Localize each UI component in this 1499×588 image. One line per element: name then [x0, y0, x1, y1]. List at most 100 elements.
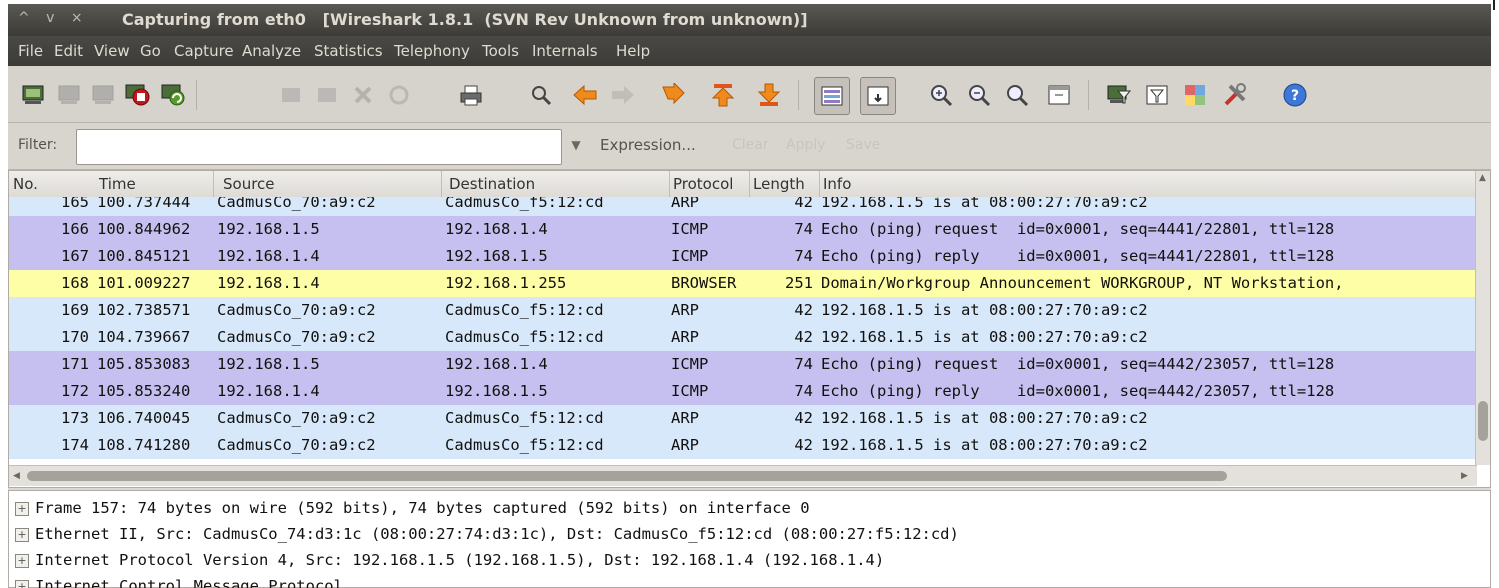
close-file-icon[interactable]: [348, 80, 378, 110]
menu-statistics[interactable]: Statistics: [314, 42, 383, 60]
auto-scroll-icon[interactable]: [860, 77, 896, 115]
column-header-protocol[interactable]: Protocol: [673, 175, 733, 193]
cell-time: 104.739667: [97, 328, 191, 346]
help-icon[interactable]: ?: [1280, 80, 1310, 110]
detail-line-ipv4[interactable]: + Internet Protocol Version 4, Src: 192.1…: [15, 551, 884, 577]
vscroll-thumb[interactable]: [1478, 401, 1488, 441]
table-row[interactable]: 172 105.853240 192.168.1.4 192.168.1.5 ICMP 7…: [9, 378, 1477, 405]
title-bar: ^ v × Capturing from eth0 [Wireshark 1.8…: [8, 4, 1491, 36]
reload-icon[interactable]: [384, 80, 414, 110]
detail-line-frame[interactable]: + Frame 157: 74 bytes on wire (592 bits),…: [15, 499, 810, 525]
expression-button[interactable]: Expression...: [600, 136, 696, 154]
menu-capture[interactable]: Capture: [174, 42, 234, 60]
hscroll-thumb[interactable]: [27, 471, 1227, 481]
expand-icon[interactable]: +: [15, 501, 29, 516]
column-header-destination[interactable]: Destination: [449, 175, 535, 193]
menu-internals[interactable]: Internals: [532, 42, 598, 60]
restart-capture-icon[interactable]: [158, 80, 188, 110]
table-row[interactable]: 168 101.009227 192.168.1.4 192.168.1.255 BRO…: [9, 270, 1477, 297]
table-row[interactable]: 166 100.844962 192.168.1.5 192.168.1.4 ICMP 7…: [9, 216, 1477, 243]
cell-info: 192.168.1.5 is at 08:00:27:70:a9:c2: [821, 409, 1148, 427]
stop-capture-icon[interactable]: [122, 80, 152, 110]
expand-icon[interactable]: +: [15, 553, 29, 568]
menu-go[interactable]: Go: [140, 42, 161, 60]
clear-button[interactable]: Clear: [732, 137, 769, 153]
zoom-in-icon[interactable]: [926, 80, 956, 110]
cell-source: 192.168.1.4: [217, 382, 320, 400]
cell-time: 102.738571: [97, 301, 191, 319]
cell-no: 171: [61, 355, 89, 373]
table-row[interactable]: 174 108.741280 CadmusCo_70:a9:c2 CadmusCo_f…: [9, 432, 1477, 459]
go-forward-icon[interactable]: [608, 80, 638, 110]
cell-protocol: ARP: [671, 436, 699, 454]
interface-list-icon[interactable]: [18, 80, 48, 110]
start-capture-icon[interactable]: [88, 80, 118, 110]
cell-length: 42: [794, 197, 813, 211]
filter-dropdown-icon[interactable]: ▼: [564, 133, 588, 157]
capture-options-icon[interactable]: [54, 80, 84, 110]
apply-button[interactable]: Apply: [786, 137, 826, 153]
menu-analyze[interactable]: Analyze: [242, 42, 301, 60]
go-to-packet-icon[interactable]: [658, 80, 688, 110]
window-controls[interactable]: ^ v ×: [18, 10, 89, 26]
expand-icon[interactable]: +: [15, 579, 29, 588]
table-row[interactable]: 171 105.853083 192.168.1.5 192.168.1.4 ICMP 7…: [9, 351, 1477, 378]
cell-info: 192.168.1.5 is at 08:00:27:70:a9:c2: [821, 436, 1148, 454]
cell-length: 74: [794, 355, 813, 373]
capture-filters-icon[interactable]: [1104, 80, 1134, 110]
scroll-up-icon[interactable]: ▲: [1479, 173, 1486, 183]
colorize-icon[interactable]: [814, 77, 850, 115]
detail-line-icmp[interactable]: + Internet Control Message Protocol: [15, 577, 343, 588]
menu-telephony[interactable]: Telephony: [394, 42, 470, 60]
display-filters-icon[interactable]: [1142, 80, 1172, 110]
column-header-time[interactable]: Time: [99, 175, 136, 193]
cell-protocol: ARP: [671, 409, 699, 427]
cell-length: 42: [794, 409, 813, 427]
cell-no: 170: [61, 328, 89, 346]
cell-length: 74: [794, 382, 813, 400]
menu-tools[interactable]: Tools: [482, 42, 519, 60]
save-file-icon[interactable]: [312, 80, 342, 110]
go-first-packet-icon[interactable]: [708, 80, 738, 110]
cell-length: 42: [794, 328, 813, 346]
print-icon[interactable]: [456, 80, 486, 110]
normal-size-icon[interactable]: [1002, 80, 1032, 110]
zoom-out-icon[interactable]: [964, 80, 994, 110]
table-row[interactable]: 165 100.737444 CadmusCo_70:a9:c2 CadmusCo_f…: [9, 197, 1477, 216]
table-row[interactable]: 169 102.738571 CadmusCo_70:a9:c2 CadmusCo_f…: [9, 297, 1477, 324]
find-packet-icon[interactable]: [526, 80, 556, 110]
table-row[interactable]: 170 104.739667 CadmusCo_70:a9:c2 CadmusCo_f…: [9, 324, 1477, 351]
cell-info: 192.168.1.5 is at 08:00:27:70:a9:c2: [821, 328, 1148, 346]
scroll-left-icon[interactable]: ◀: [13, 471, 20, 481]
menu-view[interactable]: View: [94, 42, 130, 60]
cell-length: 251: [785, 274, 813, 292]
menu-help[interactable]: Help: [616, 42, 650, 60]
cell-info: Echo (ping) request id=0x0001, seq=4442/…: [821, 355, 1335, 373]
cell-destination: CadmusCo_f5:12:cd: [445, 328, 604, 346]
menu-edit[interactable]: Edit: [54, 42, 83, 60]
preferences-icon[interactable]: [1220, 80, 1250, 110]
scroll-right-icon[interactable]: ▶: [1461, 471, 1468, 481]
resize-columns-icon[interactable]: [1044, 80, 1074, 110]
table-row[interactable]: 167 100.845121 192.168.1.4 192.168.1.5 ICMP 7…: [9, 243, 1477, 270]
packet-list-hscroll[interactable]: ◀ ▶: [9, 465, 1477, 486]
menu-file[interactable]: File: [18, 42, 43, 60]
expand-icon[interactable]: +: [15, 527, 29, 542]
cell-source: CadmusCo_70:a9:c2: [217, 409, 376, 427]
go-last-packet-icon[interactable]: [754, 80, 784, 110]
coloring-rules-icon[interactable]: [1180, 80, 1210, 110]
go-back-icon[interactable]: [570, 80, 600, 110]
cell-protocol: ICMP: [671, 220, 709, 238]
detail-line-ethernet[interactable]: + Ethernet II, Src: CadmusCo_74:d3:1c (08…: [15, 525, 959, 551]
save-button[interactable]: Save: [846, 137, 880, 153]
column-header-source[interactable]: Source: [223, 175, 275, 193]
table-row[interactable]: 173 106.740045 CadmusCo_70:a9:c2 CadmusCo_f…: [9, 405, 1477, 432]
open-file-icon[interactable]: [276, 80, 306, 110]
cell-protocol: ARP: [671, 197, 699, 211]
column-header-length[interactable]: Length: [753, 175, 805, 193]
filter-input[interactable]: [76, 129, 562, 165]
column-header-info[interactable]: Info: [823, 175, 851, 193]
column-header-no[interactable]: No.: [13, 175, 38, 193]
packet-details-pane: + Frame 157: 74 bytes on wire (592 bits),…: [8, 490, 1491, 588]
packet-list-vscroll[interactable]: ▲: [1475, 171, 1490, 465]
